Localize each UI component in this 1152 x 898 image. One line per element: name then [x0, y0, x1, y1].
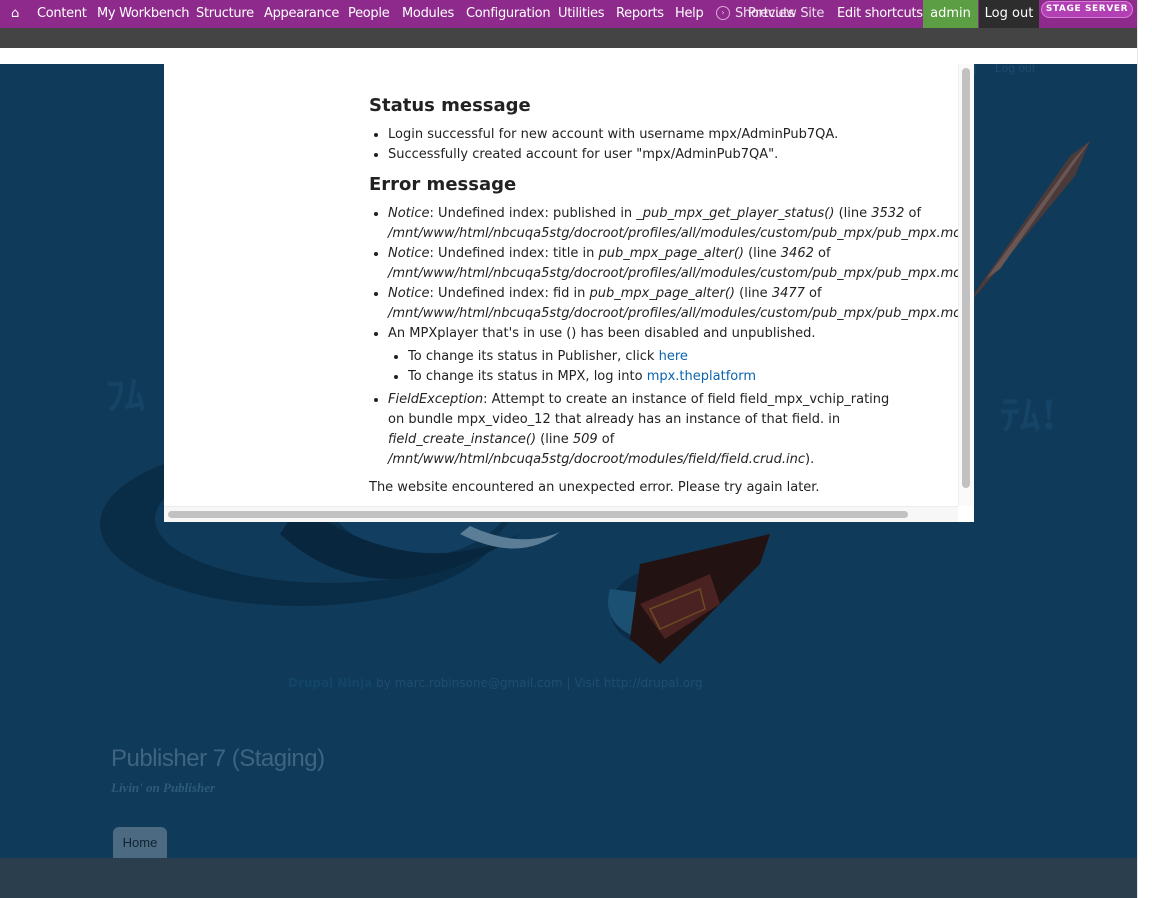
mpx-sub-list: To change its status in Publisher, click…	[388, 347, 974, 387]
toolbar-item-utilities[interactable]: Utilities	[558, 0, 605, 28]
credit-by: by marc.robinsone@gmail.com	[372, 676, 563, 690]
error-item-notice: Notice: Undefined index: fid in pub_mpx_…	[388, 284, 974, 324]
notice-line-pre: (line	[834, 206, 872, 221]
notice-path: /mnt/www/html/nbcuqa5stg/docroot/profile…	[388, 266, 974, 281]
error-item-notice: Notice: Undefined index: published in _p…	[388, 204, 974, 244]
status-item: Successfully created account for user "m…	[388, 145, 974, 165]
notice-line: 3462	[780, 246, 814, 261]
horizontal-scroll-thumb[interactable]	[168, 511, 908, 518]
notice-text: : Undefined index: title in	[429, 246, 599, 261]
notice-type: Notice	[388, 246, 430, 261]
error-list: Notice: Undefined index: published in _p…	[369, 204, 974, 470]
mpx-theplatform-link[interactable]: mpx.theplatform	[647, 369, 756, 384]
toolbar-item-appearance[interactable]: Appearance	[264, 0, 339, 28]
error-item-mpx-disabled: An MPXplayer that's in use () has been d…	[388, 324, 974, 387]
exception-line-pre: (line	[536, 432, 573, 447]
status-heading: Status message	[369, 95, 531, 116]
publisher-status-text: To change its status in Publisher, click	[408, 349, 659, 364]
exception-path: /mnt/www/html/nbcuqa5stg/docroot/modules…	[388, 452, 805, 467]
mpx-status-text: To change its status in MPX, log into	[408, 369, 647, 384]
toolbar-item-people[interactable]: People	[348, 0, 390, 28]
toolbar-drawer	[0, 28, 1137, 48]
notice-line: 3532	[871, 206, 905, 221]
toolbar-item-my-workbench[interactable]: My Workbench	[97, 0, 190, 28]
exception-type: FieldException	[388, 392, 484, 407]
toolbar-item-reports[interactable]: Reports	[616, 0, 664, 28]
notice-type: Notice	[388, 286, 430, 301]
notice-path: /mnt/www/html/nbcuqa5stg/docroot/profile…	[388, 226, 974, 241]
window-right-gutter	[1137, 0, 1152, 898]
publisher-status-item: To change its status in Publisher, click…	[408, 347, 974, 367]
toolbar-item-content[interactable]: Content	[37, 0, 87, 28]
shortcuts-toggle-icon[interactable]: ›	[716, 6, 730, 20]
error-heading: Error message	[369, 174, 517, 195]
notice-line-pre: (line	[735, 286, 772, 301]
publisher-here-link[interactable]: here	[659, 349, 688, 364]
admin-toolbar: ⌂ Content My Workbench Structure Appeara…	[0, 0, 1137, 28]
notice-line-post: of	[904, 206, 922, 221]
notice-line-pre: (line	[743, 246, 781, 261]
credit-separator: |	[562, 676, 575, 690]
unexpected-error-message: The website encountered an unexpected er…	[369, 480, 820, 495]
page-logout-link[interactable]: Log out	[995, 64, 1035, 75]
page-content-band	[0, 858, 1137, 898]
notice-type: Notice	[388, 206, 430, 221]
notice-function: _pub_mpx_get_player_status()	[636, 206, 835, 221]
messages-content: Status message Login successful for new …	[369, 94, 974, 498]
credit-visit[interactable]: Visit http://drupal.org	[574, 676, 702, 690]
notice-path: /mnt/www/html/nbcuqa5stg/docroot/profile…	[388, 306, 974, 321]
toolbar-user[interactable]: admin	[923, 0, 978, 28]
exception-line: 509	[572, 432, 598, 447]
toolbar-edit-shortcuts[interactable]: Edit shortcuts	[837, 0, 923, 28]
toolbar-item-configuration[interactable]: Configuration	[466, 0, 551, 28]
exception-line-post: of	[597, 432, 615, 447]
svg-text:ﾌﾑ: ﾌﾑ	[105, 372, 145, 419]
toolbar-item-modules[interactable]: Modules	[402, 0, 454, 28]
error-item-field-exception: FieldException: Attempt to create an ins…	[388, 390, 908, 470]
site-name[interactable]: Publisher 7 (Staging)	[111, 745, 325, 773]
toolbar-logout[interactable]: Log out	[979, 0, 1039, 28]
notice-line: 3477	[771, 286, 805, 301]
stage-server-badge: STAGE SERVER	[1041, 1, 1133, 18]
exception-function: field_create_instance()	[388, 432, 537, 447]
notice-line-post: of	[804, 286, 822, 301]
notice-line-post: of	[813, 246, 831, 261]
toolbar-preview-site[interactable]: Preview Site	[748, 0, 824, 28]
home-icon[interactable]: ⌂	[7, 0, 23, 28]
notice-function: pub_mpx_page_alter()	[589, 286, 735, 301]
status-list: Login successful for new account with us…	[369, 125, 974, 165]
exception-end: ).	[805, 452, 815, 467]
error-item-notice: Notice: Undefined index: title in pub_mp…	[388, 244, 974, 284]
notice-function: pub_mpx_page_alter()	[598, 246, 744, 261]
toolbar-item-structure[interactable]: Structure	[196, 0, 254, 28]
messages-overlay: Status message Login successful for new …	[164, 64, 974, 522]
site-slogan: Livin' on Publisher	[111, 780, 216, 795]
status-item: Login successful for new account with us…	[388, 125, 974, 145]
notice-text: : Undefined index: fid in	[429, 286, 590, 301]
toolbar-item-help[interactable]: Help	[675, 0, 704, 28]
credit-brand[interactable]: Drupal Ninja	[288, 676, 372, 690]
vertical-scroll-thumb[interactable]	[962, 68, 970, 488]
site-credit-line: Drupal Ninja by marc.robinsone@gmail.com…	[288, 676, 703, 690]
tab-home[interactable]: Home	[113, 827, 167, 858]
mpx-disabled-text: An MPXplayer that's in use () has been d…	[388, 326, 816, 341]
mpx-status-item: To change its status in MPX, log into mp…	[408, 367, 974, 387]
notice-text: : Undefined index: published in	[429, 206, 637, 221]
svg-text:ﾃﾑ!: ﾃﾑ!	[1000, 392, 1058, 439]
